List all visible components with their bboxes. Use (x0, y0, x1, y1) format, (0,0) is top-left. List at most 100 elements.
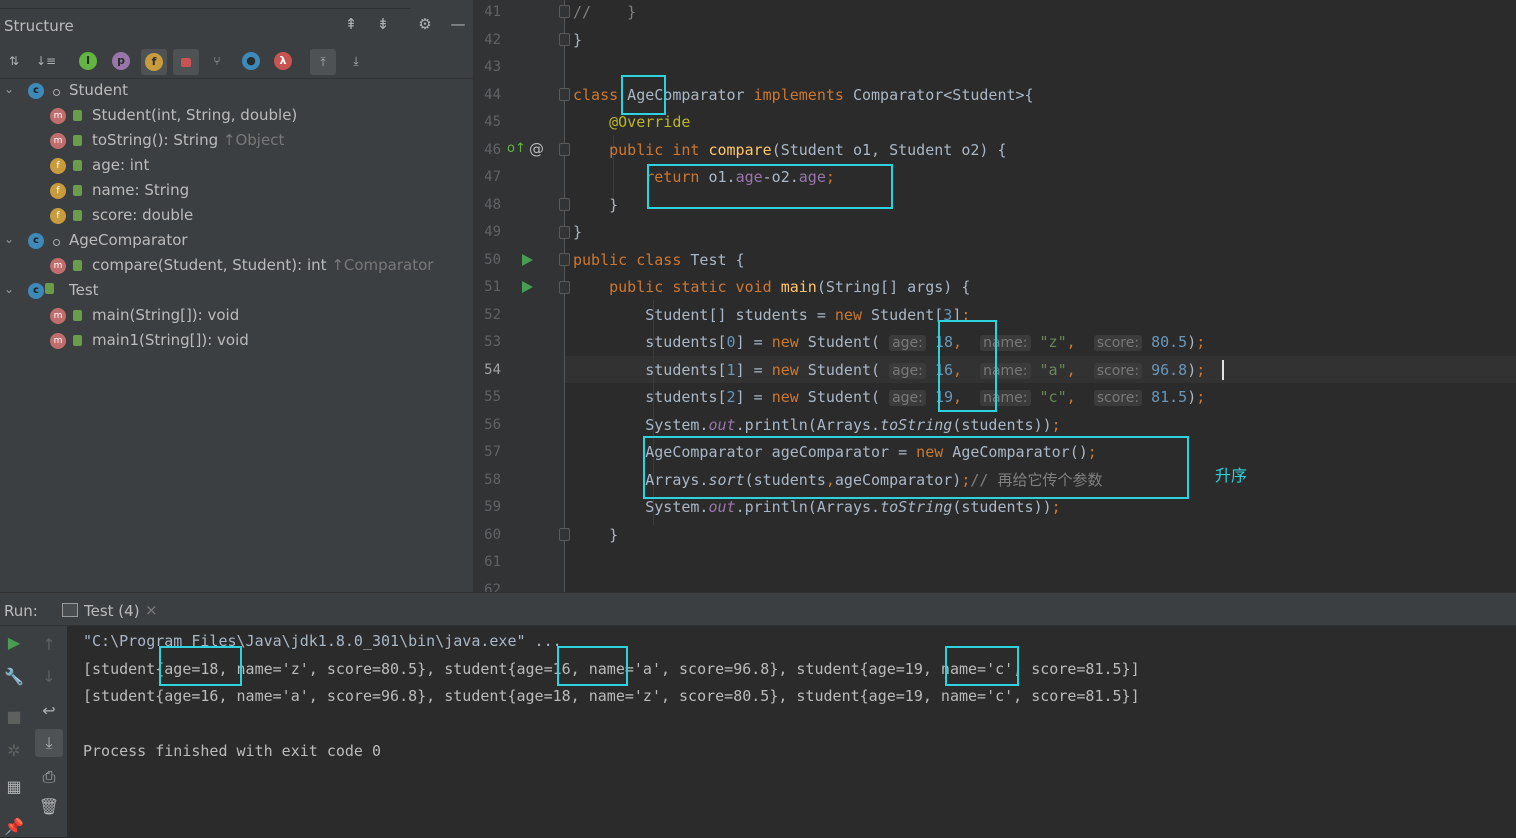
code-line[interactable]: Student[] students = new Student[3]; (573, 302, 970, 329)
code-line[interactable]: System.out.println(Arrays.toString(stude… (573, 412, 1060, 439)
inherited-icon[interactable]: I (79, 52, 97, 70)
fold-marker-icon[interactable] (559, 226, 570, 239)
code-line[interactable]: // } (573, 0, 636, 26)
method-icon: m (50, 108, 66, 124)
chevron-down-icon[interactable]: ⌄ (4, 232, 18, 246)
lambda-icon[interactable]: λ (274, 52, 292, 70)
tree-node-agecomparator[interactable]: ⌄ c AgeComparator (0, 229, 473, 254)
tree-label-group: compare(Student, Student): int ↑Comparat… (92, 256, 433, 274)
print-icon[interactable]: ⎙ (38, 766, 60, 788)
run-class-icon[interactable] (522, 254, 533, 266)
line-number: 61 (484, 554, 501, 570)
hide-panel-icon[interactable]: — (448, 14, 468, 34)
fields-toggle[interactable]: f (141, 49, 167, 75)
console-line: [student{age=16, name='a', score=96.8}, … (83, 687, 1140, 705)
tree-node-score[interactable]: f score: double (0, 204, 473, 229)
debug-icon[interactable]: ✲ (3, 740, 25, 762)
autoscroll-to-source-icon[interactable]: ⤒ (310, 49, 336, 75)
chevron-down-icon[interactable]: ⌄ (4, 82, 18, 96)
autoscroll-from-source-icon[interactable]: ⤓ (346, 51, 366, 71)
tree-label: compare(Student, Student): int (92, 256, 327, 274)
down-icon[interactable]: ↓ (38, 666, 60, 688)
tree-node-name[interactable]: f name: String (0, 179, 473, 204)
anonymous-classes-icon[interactable]: ⑂ (207, 51, 227, 71)
run-main-icon[interactable] (522, 281, 533, 293)
properties-icon[interactable]: p (112, 52, 130, 70)
trash-icon[interactable]: 🗑 (38, 796, 60, 818)
annotation-marker-icon[interactable]: @ (529, 140, 544, 158)
fold-marker-icon[interactable] (559, 143, 570, 156)
fold-marker-icon[interactable] (559, 88, 570, 101)
method-icon: m (50, 133, 66, 149)
run-tab-title: Test (4) (84, 602, 140, 620)
code-line[interactable]: students[1] = new Student( age: 16, name… (573, 357, 1205, 384)
code-line[interactable]: public static void main(String[] args) { (573, 274, 970, 301)
chevron-down-icon[interactable]: ⌄ (4, 282, 18, 296)
line-number: 48 (484, 196, 501, 213)
line-number: 57 (484, 444, 501, 460)
public-icon (73, 135, 82, 146)
fold-marker-icon[interactable] (559, 528, 570, 541)
line-number: 45 (484, 114, 501, 130)
code-line[interactable]: } (573, 522, 618, 549)
up-icon[interactable]: ↑ (38, 634, 60, 656)
method-icon: m (50, 258, 66, 274)
tree-node-main[interactable]: m main(String[]): void (0, 304, 473, 329)
scroll-to-end-icon[interactable]: ⤓ (35, 729, 63, 757)
rerun-icon[interactable]: ▶ (3, 632, 25, 654)
tree-node-compare[interactable]: m compare(Student, Student): int ↑Compar… (0, 254, 473, 279)
expand-all-icon[interactable]: ⇞ (341, 14, 361, 34)
tree-suffix: ↑Object (222, 131, 285, 149)
fold-marker-icon[interactable] (559, 281, 570, 294)
structure-title-bar: Structure ⇞ ⇟ ⚙ — (0, 0, 473, 44)
collapse-all-icon[interactable]: ⇟ (373, 14, 393, 34)
tree-node-student[interactable]: ⌄ c Student (0, 79, 473, 104)
code-line[interactable]: } (573, 27, 582, 54)
line-number: 56 (484, 416, 501, 433)
tree-label: AgeComparator (69, 231, 188, 249)
gear-icon[interactable]: ⚙ (415, 14, 435, 34)
non-public-toggle[interactable] (173, 49, 199, 75)
run-tab[interactable]: Test (4) × (54, 593, 164, 626)
soft-wrap-icon[interactable]: ↩ (38, 700, 60, 722)
fold-marker-icon[interactable] (559, 253, 570, 266)
stop-icon[interactable]: ■ (3, 706, 25, 728)
line-number: 59 (484, 499, 501, 515)
public-icon (73, 310, 82, 321)
field-icon: f (50, 208, 66, 224)
layout-icon[interactable]: ▦ (3, 776, 25, 798)
code-line[interactable]: } (573, 192, 618, 219)
tree-node-main1[interactable]: m main1(String[]): void (0, 329, 473, 354)
tree-node-student-constructor[interactable]: m Student(int, String, double) (0, 104, 473, 129)
tree-label: Student(int, String, double) (92, 106, 298, 124)
fold-marker-icon[interactable] (559, 33, 570, 46)
tree-label: main(String[]): void (92, 306, 240, 324)
class-icon: c (28, 283, 44, 299)
code-line[interactable]: public int compare(Student o1, Student o… (573, 137, 1006, 164)
structure-panel: Structure ⇞ ⇟ ⚙ — ⇅ ↓≡ I p f ⑂ ● λ ⤒ ⤓ ⌄… (0, 0, 473, 592)
code-line[interactable]: public class Test { (573, 247, 745, 274)
overrides-method-icon[interactable]: o↑ (507, 141, 526, 156)
sort-visibility-icon[interactable]: ↓≡ (36, 51, 56, 71)
fold-marker-icon[interactable] (559, 5, 570, 18)
tree-node-test[interactable]: ⌄ c Test (0, 279, 473, 304)
tree-node-tostring[interactable]: m toString(): String ↑Object (0, 129, 473, 154)
sort-alpha-icon[interactable]: ⇅ (4, 51, 24, 71)
pin-icon[interactable]: 📌 (3, 816, 25, 838)
fold-marker-icon[interactable] (559, 198, 570, 211)
package-private-icon (53, 239, 60, 246)
code-line[interactable]: students[2] = new Student( age: 19, name… (573, 384, 1205, 411)
console-line: "C:\Program Files\Java\jdk1.8.0_301\bin\… (83, 632, 562, 650)
highlight-box-age19 (945, 646, 1019, 686)
tree-node-age[interactable]: f age: int (0, 154, 473, 179)
code-line[interactable]: students[0] = new Student( age: 18, name… (573, 329, 1205, 356)
line-number: 43 (484, 59, 501, 75)
field-icon: f (50, 183, 66, 199)
line-number: 49 (484, 224, 501, 240)
wrench-icon[interactable]: 🔧 (3, 666, 25, 688)
highlight-box-agecomparator (621, 75, 666, 115)
run-header: Run: Test (4) × (0, 592, 1516, 626)
close-icon[interactable]: × (145, 601, 158, 619)
lambdas-icon[interactable]: ● (242, 52, 260, 70)
code-line[interactable]: } (573, 219, 582, 246)
